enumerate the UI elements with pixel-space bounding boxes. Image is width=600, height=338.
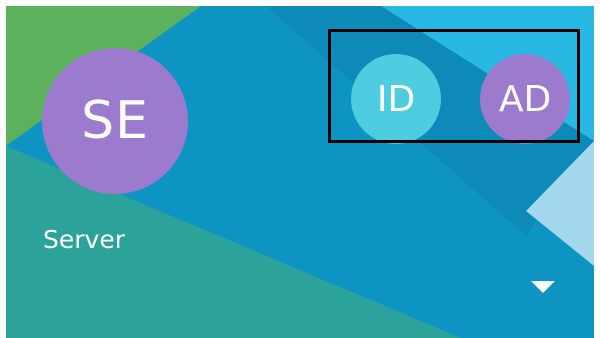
other-account-initials-ad: AD [498, 78, 552, 120]
other-account-avatar-ad[interactable]: AD [480, 54, 570, 144]
arrow-drop-down-icon[interactable] [529, 278, 557, 296]
other-account-avatar-id[interactable]: ID [351, 54, 441, 144]
current-account-name: Server [43, 225, 125, 254]
navigation-drawer-header: SE ID AD Server [6, 6, 594, 338]
other-account-initials-id: ID [376, 78, 416, 120]
current-account-initials: SE [81, 91, 149, 151]
current-account-avatar[interactable]: SE [42, 48, 188, 194]
